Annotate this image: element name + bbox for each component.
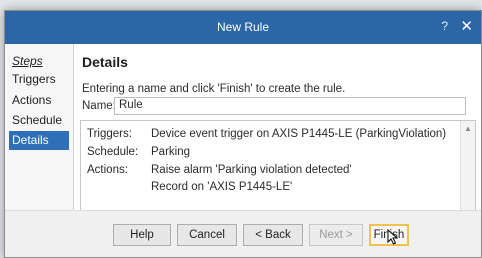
- rule-summary: Triggers: Device event trigger on AXIS P…: [80, 120, 476, 222]
- back-button[interactable]: < Back: [243, 224, 303, 246]
- step-triggers[interactable]: Triggers: [9, 70, 69, 89]
- step-details[interactable]: Details: [9, 131, 69, 150]
- title-bar: New Rule ? ✕: [5, 11, 481, 44]
- actions-value-2: Record on 'AXIS P1445-LE': [151, 181, 293, 193]
- close-icon[interactable]: ✕: [460, 17, 473, 35]
- help-button[interactable]: Help: [113, 224, 171, 246]
- step-actions[interactable]: Actions: [9, 91, 69, 110]
- scroll-up-icon[interactable]: ▲: [461, 122, 475, 136]
- next-button[interactable]: Next >: [309, 224, 363, 246]
- dialog-title: New Rule: [216, 20, 270, 34]
- finish-button[interactable]: Finish: [369, 224, 409, 246]
- schedule-label: Schedule:: [87, 146, 139, 158]
- details-hint: Entering a name and click 'Finish' to cr…: [82, 83, 346, 95]
- details-heading: Details: [82, 54, 128, 70]
- triggers-label: Triggers:: [87, 128, 132, 140]
- triggers-value: Device event trigger on AXIS P1445-LE (P…: [151, 128, 447, 140]
- cancel-button[interactable]: Cancel: [177, 224, 237, 246]
- help-icon[interactable]: ?: [441, 19, 448, 33]
- steps-heading: Steps: [12, 54, 43, 68]
- actions-value-1: Raise alarm 'Parking violation detected': [151, 164, 352, 176]
- button-bar: Help Cancel < Back Next > Finish: [5, 210, 481, 257]
- name-input[interactable]: Rule: [114, 97, 466, 115]
- schedule-value: Parking: [151, 146, 190, 158]
- new-rule-dialog: New Rule ? ✕ Steps Triggers Actions Sche…: [4, 10, 482, 258]
- actions-label: Actions:: [87, 164, 128, 176]
- name-label: Name:: [82, 100, 116, 112]
- summary-scrollbar[interactable]: ▲ ▼: [460, 121, 475, 221]
- step-schedule[interactable]: Schedule: [9, 111, 69, 130]
